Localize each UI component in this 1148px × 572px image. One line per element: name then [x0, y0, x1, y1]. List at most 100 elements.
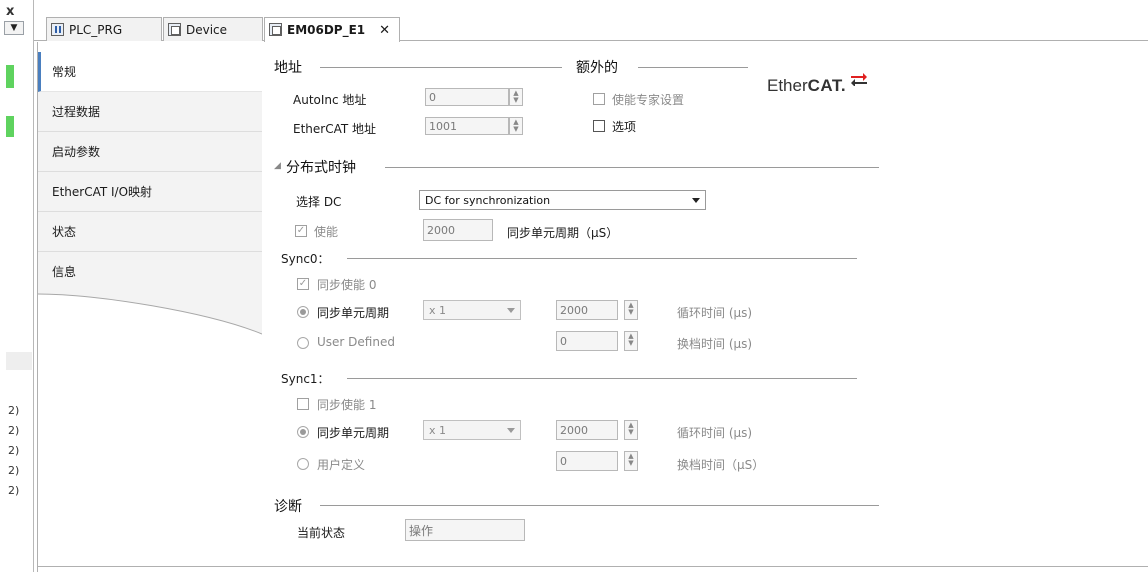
nav-item-general[interactable]: 常规 — [38, 52, 262, 92]
section-divider — [385, 167, 879, 168]
sync1-cycle-time-field[interactable]: 2000 — [556, 420, 618, 440]
sync1-multiplier-value: x 1 — [429, 423, 447, 437]
sync1-shift-time-field[interactable]: 0 — [556, 451, 618, 471]
dc-enable-checkbox[interactable]: ✓ — [295, 225, 307, 237]
gutter-row-text: 2) — [8, 464, 20, 477]
sync1-enable-checkbox[interactable] — [297, 398, 309, 410]
device-icon — [269, 23, 282, 36]
tab-plc-prg[interactable]: PLC_PRG — [46, 17, 162, 41]
tab-label: EM06DP_E1 — [287, 23, 366, 37]
select-dc-label: 选择 DC — [296, 195, 342, 209]
sync1-shift-time-spinner[interactable]: ▲ ▼ — [624, 451, 638, 471]
sync1-cycle-time-label: 循环时间 (µs) — [677, 426, 753, 440]
collapse-triangle-icon[interactable]: ◢ — [274, 161, 281, 171]
sync1-shift-time-label: 换档时间（μS） — [677, 458, 765, 472]
sync0-enable-checkbox[interactable]: ✓ — [297, 278, 309, 290]
sync0-user-defined-radio[interactable] — [297, 337, 309, 349]
program-icon — [51, 23, 64, 36]
section-title-extra: 额外的 — [576, 60, 618, 76]
sync1-enable-label: 同步使能 1 — [317, 398, 377, 412]
sync1-unit-cycle-radio[interactable] — [297, 426, 309, 438]
nav-item-info[interactable]: 信息 — [38, 252, 262, 292]
dc-enable-label: 使能 — [314, 225, 339, 239]
close-icon[interactable]: x — [6, 4, 14, 19]
tab-label: Device — [186, 22, 228, 37]
nav-item-startup-parameters[interactable]: 启动参数 — [38, 132, 262, 172]
sync0-shift-time-label: 换档时间 (µs) — [677, 337, 753, 351]
sync0-multiplier-select[interactable]: x 1 — [423, 300, 521, 320]
gutter-row-text: 2) — [8, 424, 20, 437]
sync0-unit-cycle-radio[interactable] — [297, 306, 309, 318]
enable-expert-settings-checkbox[interactable] — [593, 93, 605, 105]
section-divider — [347, 258, 857, 259]
close-icon[interactable]: ✕ — [379, 23, 390, 38]
status-indicator-bar — [6, 65, 14, 88]
section-title-address: 地址 — [274, 60, 302, 76]
panel-divider — [33, 0, 34, 572]
sync-unit-cycle-field[interactable]: 2000 — [423, 219, 493, 241]
sync-unit-cycle-label: 同步单元周期（μS） — [507, 226, 619, 240]
nav-panel-curve — [38, 290, 262, 335]
autoinc-address-label: AutoInc 地址 — [293, 93, 367, 107]
autoinc-address-spinner[interactable]: ▲ ▼ — [509, 88, 523, 106]
section-title-diagnosis: 诊断 — [274, 499, 302, 515]
sync0-shift-time-field[interactable]: 0 — [556, 331, 618, 351]
sync1-multiplier-select[interactable]: x 1 — [423, 420, 521, 440]
sync0-enable-label: 同步使能 0 — [317, 278, 377, 292]
sync0-title: Sync0： — [281, 252, 330, 266]
section-divider — [320, 67, 562, 68]
logo-text-bold: CAT. — [807, 76, 847, 95]
ethercat-address-label: EtherCAT 地址 — [293, 122, 377, 136]
gutter-row-text: 2) — [8, 404, 20, 417]
dropdown-arrow-button[interactable]: ▼ — [4, 21, 24, 35]
chevron-down-icon — [692, 198, 700, 203]
chevron-down-icon — [507, 428, 515, 433]
frame-border — [37, 566, 1148, 567]
ethercat-address-spinner[interactable]: ▲ ▼ — [509, 117, 523, 135]
gutter-row-text: 2) — [8, 484, 20, 497]
sync0-cycle-time-label: 循环时间 (µs) — [677, 306, 753, 320]
logo-arrows-icon — [850, 73, 867, 87]
section-divider — [320, 505, 879, 506]
ethercat-address-field[interactable]: 1001 — [425, 117, 509, 135]
sync1-user-defined-label: 用户定义 — [317, 458, 366, 472]
sync1-unit-cycle-label: 同步单元周期 — [317, 426, 390, 440]
sync1-cycle-time-spinner[interactable]: ▲ ▼ — [624, 420, 638, 440]
nav-item-label: 常规 — [52, 65, 77, 79]
gutter-row-text: 2) — [8, 444, 20, 457]
nav-item-label: 状态 — [52, 225, 77, 239]
sync1-user-defined-radio[interactable] — [297, 458, 309, 470]
tab-em06dp-e1[interactable]: EM06DP_E1 ✕ — [264, 17, 400, 42]
sync0-user-defined-label: User Defined — [317, 335, 395, 349]
section-title-dc: 分布式时钟 — [286, 160, 356, 176]
status-indicator-bar — [6, 116, 14, 137]
nav-item-io-mapping[interactable]: EtherCAT I/O映射 — [38, 172, 262, 212]
sync1-title: Sync1： — [281, 372, 330, 386]
logo-text: Ether — [767, 76, 808, 95]
autoinc-address-field[interactable]: 0 — [425, 88, 509, 106]
current-state-label: 当前状态 — [297, 526, 346, 540]
device-icon — [168, 23, 181, 36]
sync0-multiplier-value: x 1 — [429, 303, 447, 317]
sync0-cycle-time-spinner[interactable]: ▲ ▼ — [624, 300, 638, 320]
ethercat-logo: EtherCAT. — [767, 73, 867, 96]
dc-mode-value: DC for synchronization — [425, 193, 551, 207]
tab-device[interactable]: Device — [163, 17, 263, 41]
options-checkbox[interactable] — [593, 120, 605, 132]
section-divider — [638, 67, 748, 68]
section-divider — [347, 378, 857, 379]
nav-item-label: 信息 — [52, 265, 77, 279]
tab-label: PLC_PRG — [69, 22, 123, 37]
nav-item-status[interactable]: 状态 — [38, 212, 262, 252]
sync0-cycle-time-field[interactable]: 2000 — [556, 300, 618, 320]
sync0-shift-time-spinner[interactable]: ▲ ▼ — [624, 331, 638, 351]
selection-strip — [6, 352, 32, 370]
nav-item-process-data[interactable]: 过程数据 — [38, 92, 262, 132]
chevron-down-icon — [507, 308, 515, 313]
enable-expert-settings-label: 使能专家设置 — [612, 93, 685, 107]
current-state-field: 操作 — [405, 519, 525, 541]
nav-item-label: 过程数据 — [52, 105, 101, 119]
nav-item-label: 启动参数 — [52, 145, 101, 159]
nav-item-label: EtherCAT I/O映射 — [52, 185, 153, 199]
dc-mode-select[interactable]: DC for synchronization — [419, 190, 706, 210]
